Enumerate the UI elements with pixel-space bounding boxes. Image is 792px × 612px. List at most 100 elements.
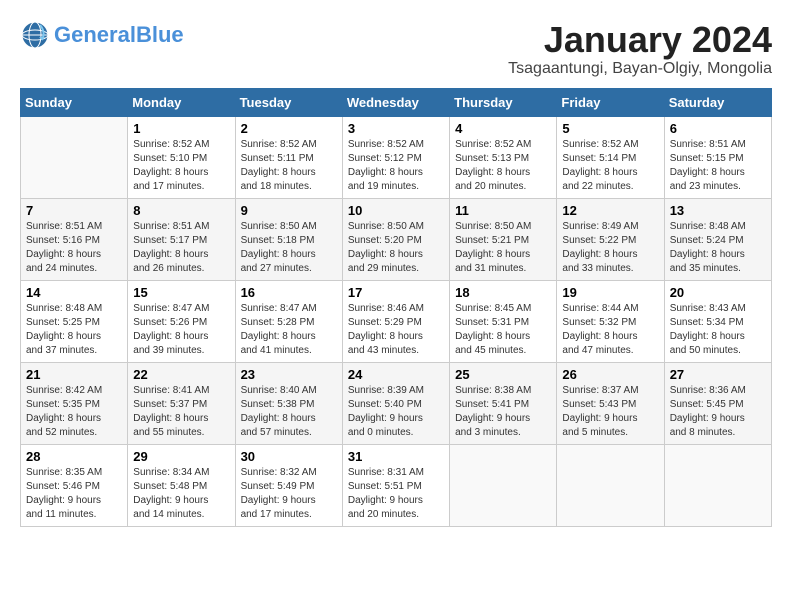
weekday-friday: Friday: [557, 88, 664, 116]
week-row-3: 14 Sunrise: 8:48 AM Sunset: 5:25 PM Dayli…: [21, 280, 772, 362]
calendar-cell: 29 Sunrise: 8:34 AM Sunset: 5:48 PM Dayli…: [128, 444, 235, 526]
day-info: Sunrise: 8:50 AM Sunset: 5:20 PM Dayligh…: [348, 220, 444, 276]
day-number: 7: [26, 203, 122, 218]
calendar-cell: 18Sunrise: 8:45 AM Sunset: 5:31 PM Dayli…: [450, 280, 557, 362]
day-info: Sunrise: 8:50 AM Sunset: 5:18 PM Dayligh…: [241, 220, 337, 276]
calendar-cell: 3 Sunrise: 8:52 AM Sunset: 5:12 PM Daylig…: [342, 116, 449, 198]
calendar-cell: 25Sunrise: 8:38 AM Sunset: 5:41 PM Dayli…: [450, 362, 557, 444]
day-info: Sunrise: 8:48 AM Sunset: 5:25 PM Dayligh…: [26, 302, 122, 358]
day-info: Sunrise: 8:44 AM Sunset: 5:32 PM Dayligh…: [562, 302, 658, 358]
calendar-cell: 4Sunrise: 8:52 AM Sunset: 5:13 PM Daylig…: [450, 116, 557, 198]
week-row-1: 1 Sunrise: 8:52 AM Sunset: 5:10 PM Daylig…: [21, 116, 772, 198]
calendar-title: January 2024: [508, 20, 772, 60]
logo-general: General: [54, 22, 136, 47]
calendar-cell: 16 Sunrise: 8:47 AM Sunset: 5:28 PM Dayli…: [235, 280, 342, 362]
day-info: Sunrise: 8:41 AM Sunset: 5:37 PM Dayligh…: [133, 384, 229, 440]
day-number: 31: [348, 449, 444, 464]
calendar-cell: 19Sunrise: 8:44 AM Sunset: 5:32 PM Dayli…: [557, 280, 664, 362]
day-info: Sunrise: 8:37 AM Sunset: 5:43 PM Dayligh…: [562, 384, 658, 440]
day-info: Sunrise: 8:51 AM Sunset: 5:17 PM Dayligh…: [133, 220, 229, 276]
day-info: Sunrise: 8:42 AM Sunset: 5:35 PM Dayligh…: [26, 384, 122, 440]
weekday-saturday: Saturday: [664, 88, 771, 116]
day-number: 29: [133, 449, 229, 464]
day-number: 22: [133, 367, 229, 382]
day-number: 24: [348, 367, 444, 382]
day-number: 17: [348, 285, 444, 300]
day-number: 13: [670, 203, 766, 218]
calendar-cell: [557, 444, 664, 526]
day-info: Sunrise: 8:34 AM Sunset: 5:48 PM Dayligh…: [133, 466, 229, 522]
calendar-cell: 24 Sunrise: 8:39 AM Sunset: 5:40 PM Dayli…: [342, 362, 449, 444]
day-number: 3: [348, 121, 444, 136]
logo-globe-icon: [20, 20, 50, 50]
calendar-cell: 14 Sunrise: 8:48 AM Sunset: 5:25 PM Dayli…: [21, 280, 128, 362]
calendar-cell: [21, 116, 128, 198]
day-number: 21: [26, 367, 122, 382]
calendar-cell: 2Sunrise: 8:52 AM Sunset: 5:11 PM Daylig…: [235, 116, 342, 198]
day-info: Sunrise: 8:49 AM Sunset: 5:22 PM Dayligh…: [562, 220, 658, 276]
calendar-cell: 23Sunrise: 8:40 AM Sunset: 5:38 PM Dayli…: [235, 362, 342, 444]
day-number: 12: [562, 203, 658, 218]
calendar-cell: [664, 444, 771, 526]
weekday-sunday: Sunday: [21, 88, 128, 116]
day-number: 30: [241, 449, 337, 464]
weekday-thursday: Thursday: [450, 88, 557, 116]
day-info: Sunrise: 8:51 AM Sunset: 5:16 PM Dayligh…: [26, 220, 122, 276]
logo-brand: GeneralBlue: [54, 24, 184, 46]
title-block: January 2024 Tsagaantungi, Bayan-Olgiy, …: [508, 20, 772, 78]
calendar-cell: 31Sunrise: 8:31 AM Sunset: 5:51 PM Dayli…: [342, 444, 449, 526]
day-number: 20: [670, 285, 766, 300]
calendar-cell: [450, 444, 557, 526]
day-info: Sunrise: 8:47 AM Sunset: 5:26 PM Dayligh…: [133, 302, 229, 358]
day-info: Sunrise: 8:52 AM Sunset: 5:14 PM Dayligh…: [562, 138, 658, 194]
logo: GeneralBlue: [20, 20, 184, 50]
day-number: 26: [562, 367, 658, 382]
day-info: Sunrise: 8:39 AM Sunset: 5:40 PM Dayligh…: [348, 384, 444, 440]
calendar-cell: 30 Sunrise: 8:32 AM Sunset: 5:49 PM Dayli…: [235, 444, 342, 526]
day-number: 28: [26, 449, 122, 464]
weekday-row: SundayMondayTuesdayWednesdayThursdayFrid…: [21, 88, 772, 116]
week-row-5: 28 Sunrise: 8:35 AM Sunset: 5:46 PM Dayli…: [21, 444, 772, 526]
day-info: Sunrise: 8:50 AM Sunset: 5:21 PM Dayligh…: [455, 220, 551, 276]
calendar-cell: 12 Sunrise: 8:49 AM Sunset: 5:22 PM Dayli…: [557, 198, 664, 280]
day-info: Sunrise: 8:35 AM Sunset: 5:46 PM Dayligh…: [26, 466, 122, 522]
calendar-table: SundayMondayTuesdayWednesdayThursdayFrid…: [20, 88, 772, 527]
week-row-2: 7 Sunrise: 8:51 AM Sunset: 5:16 PM Daylig…: [21, 198, 772, 280]
calendar-subtitle: Tsagaantungi, Bayan-Olgiy, Mongolia: [508, 60, 772, 78]
day-number: 9: [241, 203, 337, 218]
weekday-wednesday: Wednesday: [342, 88, 449, 116]
calendar-cell: 8Sunrise: 8:51 AM Sunset: 5:17 PM Daylig…: [128, 198, 235, 280]
day-number: 23: [241, 367, 337, 382]
logo-blue: Blue: [136, 22, 184, 47]
day-number: 2: [241, 121, 337, 136]
day-number: 1: [133, 121, 229, 136]
day-info: Sunrise: 8:46 AM Sunset: 5:29 PM Dayligh…: [348, 302, 444, 358]
day-number: 11: [455, 203, 551, 218]
weekday-monday: Monday: [128, 88, 235, 116]
day-number: 15: [133, 285, 229, 300]
day-info: Sunrise: 8:36 AM Sunset: 5:45 PM Dayligh…: [670, 384, 766, 440]
day-info: Sunrise: 8:38 AM Sunset: 5:41 PM Dayligh…: [455, 384, 551, 440]
day-info: Sunrise: 8:52 AM Sunset: 5:13 PM Dayligh…: [455, 138, 551, 194]
day-info: Sunrise: 8:32 AM Sunset: 5:49 PM Dayligh…: [241, 466, 337, 522]
day-info: Sunrise: 8:45 AM Sunset: 5:31 PM Dayligh…: [455, 302, 551, 358]
day-info: Sunrise: 8:52 AM Sunset: 5:12 PM Dayligh…: [348, 138, 444, 194]
day-number: 10: [348, 203, 444, 218]
calendar-body: 1 Sunrise: 8:52 AM Sunset: 5:10 PM Daylig…: [21, 116, 772, 526]
day-number: 16: [241, 285, 337, 300]
calendar-cell: 5 Sunrise: 8:52 AM Sunset: 5:14 PM Daylig…: [557, 116, 664, 198]
calendar-cell: 10 Sunrise: 8:50 AM Sunset: 5:20 PM Dayli…: [342, 198, 449, 280]
day-info: Sunrise: 8:52 AM Sunset: 5:10 PM Dayligh…: [133, 138, 229, 194]
day-number: 14: [26, 285, 122, 300]
day-info: Sunrise: 8:43 AM Sunset: 5:34 PM Dayligh…: [670, 302, 766, 358]
calendar-cell: 28 Sunrise: 8:35 AM Sunset: 5:46 PM Dayli…: [21, 444, 128, 526]
day-info: Sunrise: 8:47 AM Sunset: 5:28 PM Dayligh…: [241, 302, 337, 358]
day-info: Sunrise: 8:48 AM Sunset: 5:24 PM Dayligh…: [670, 220, 766, 276]
calendar-cell: 20 Sunrise: 8:43 AM Sunset: 5:34 PM Dayli…: [664, 280, 771, 362]
day-number: 6: [670, 121, 766, 136]
calendar-cell: 11 Sunrise: 8:50 AM Sunset: 5:21 PM Dayli…: [450, 198, 557, 280]
page-header: GeneralBlue January 2024 Tsagaantungi, B…: [20, 20, 772, 78]
calendar-cell: 21 Sunrise: 8:42 AM Sunset: 5:35 PM Dayli…: [21, 362, 128, 444]
calendar-cell: 1 Sunrise: 8:52 AM Sunset: 5:10 PM Daylig…: [128, 116, 235, 198]
day-number: 5: [562, 121, 658, 136]
